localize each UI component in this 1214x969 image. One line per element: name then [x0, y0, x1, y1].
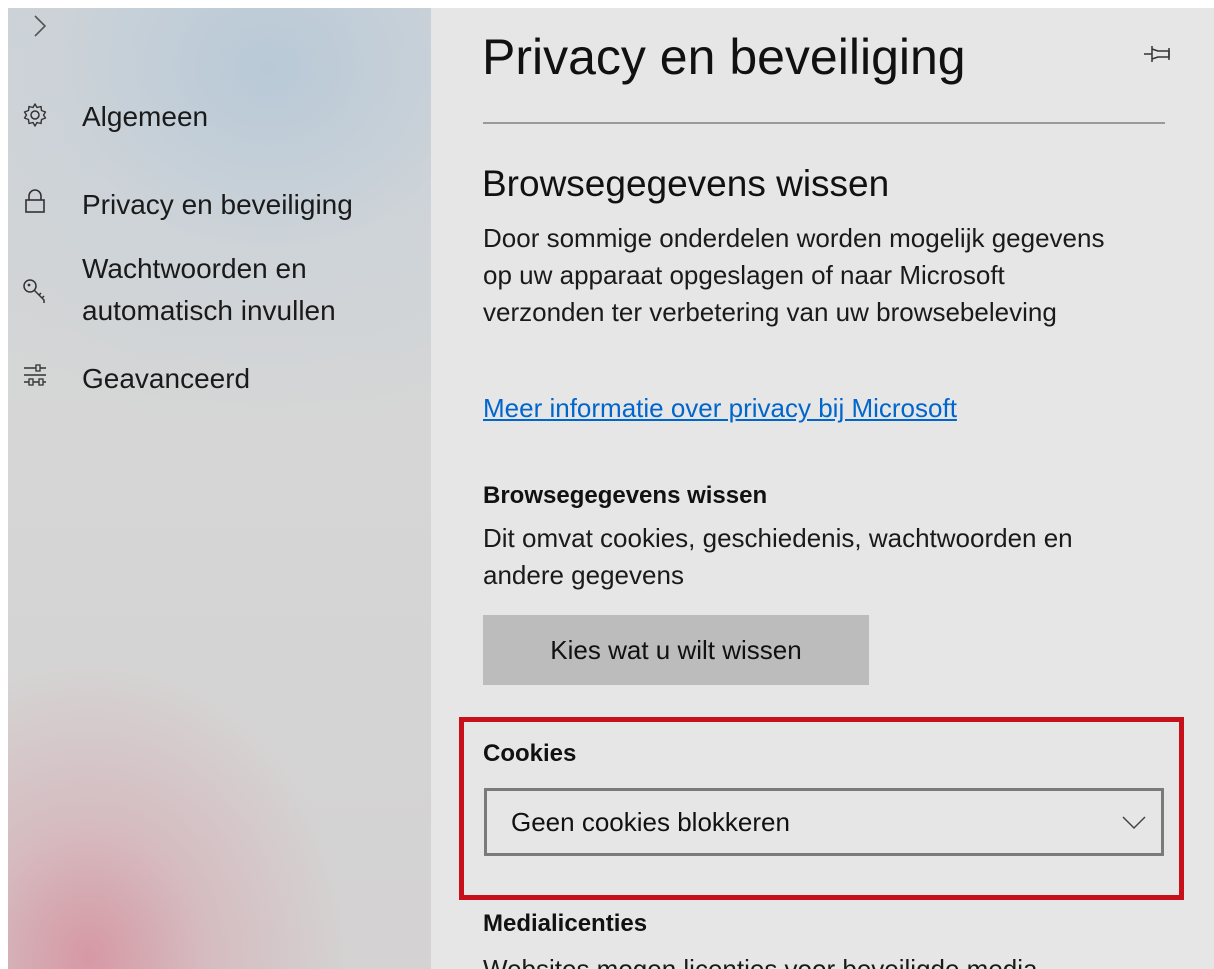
key-icon [23, 279, 45, 303]
sidebar-item-geavanceerd[interactable]: Geavanceerd [8, 360, 431, 400]
sidebar: Algemeen Privacy en beveiliging Wachtwoo… [8, 8, 431, 969]
cookies-heading: Cookies [483, 740, 577, 767]
sidebar-item-privacy[interactable]: Privacy en beveiliging [8, 186, 431, 226]
sidebar-item-algemeen[interactable]: Algemeen [8, 98, 431, 138]
pin-icon[interactable] [1143, 42, 1173, 66]
chevron-down-icon [1122, 816, 1146, 830]
sidebar-item-label-line2: automatisch invullen [82, 295, 336, 326]
media-licenses-heading: Medialicenties [483, 910, 648, 937]
sidebar-item-label: Algemeen [82, 101, 209, 132]
sidebar-item-wachtwoorden[interactable]: Wachtwoorden en automatisch invullen [8, 252, 431, 332]
section-title: Browsegegevens wissen [482, 163, 890, 204]
sidebar-item-label: Privacy en beveiliging [82, 189, 353, 220]
sidebar-item-label-line1: Wachtwoorden en [82, 253, 307, 284]
page-title: Privacy en beveiliging [482, 29, 966, 85]
choose-what-to-clear-button[interactable]: Kies wat u wilt wissen [483, 615, 869, 685]
gear-icon [23, 103, 47, 127]
section-description: Door sommige onderdelen worden mogelijk … [483, 223, 1105, 327]
sliders-icon [24, 364, 46, 386]
sidebar-item-label: Geavanceerd [82, 363, 251, 394]
cookies-selected-value: Geen cookies blokkeren [511, 807, 790, 837]
media-licenses-description: Websites mogen licenties voor beveiligde… [483, 954, 1038, 969]
cookies-dropdown[interactable]: Geen cookies blokkeren [484, 788, 1164, 856]
chevron-right-icon[interactable] [28, 14, 52, 38]
divider [483, 122, 1165, 124]
privacy-info-link[interactable]: Meer informatie over privacy bij Microso… [483, 391, 957, 425]
lock-icon [25, 189, 45, 213]
settings-window: Algemeen Privacy en beveiliging Wachtwoo… [8, 8, 1214, 969]
clear-data-description: Dit omvat cookies, geschiedenis, wachtwo… [483, 523, 1073, 590]
clear-data-heading: Browsegegevens wissen [483, 482, 768, 509]
settings-panel: Privacy en beveiliging Browsegegevens wi… [431, 8, 1214, 969]
